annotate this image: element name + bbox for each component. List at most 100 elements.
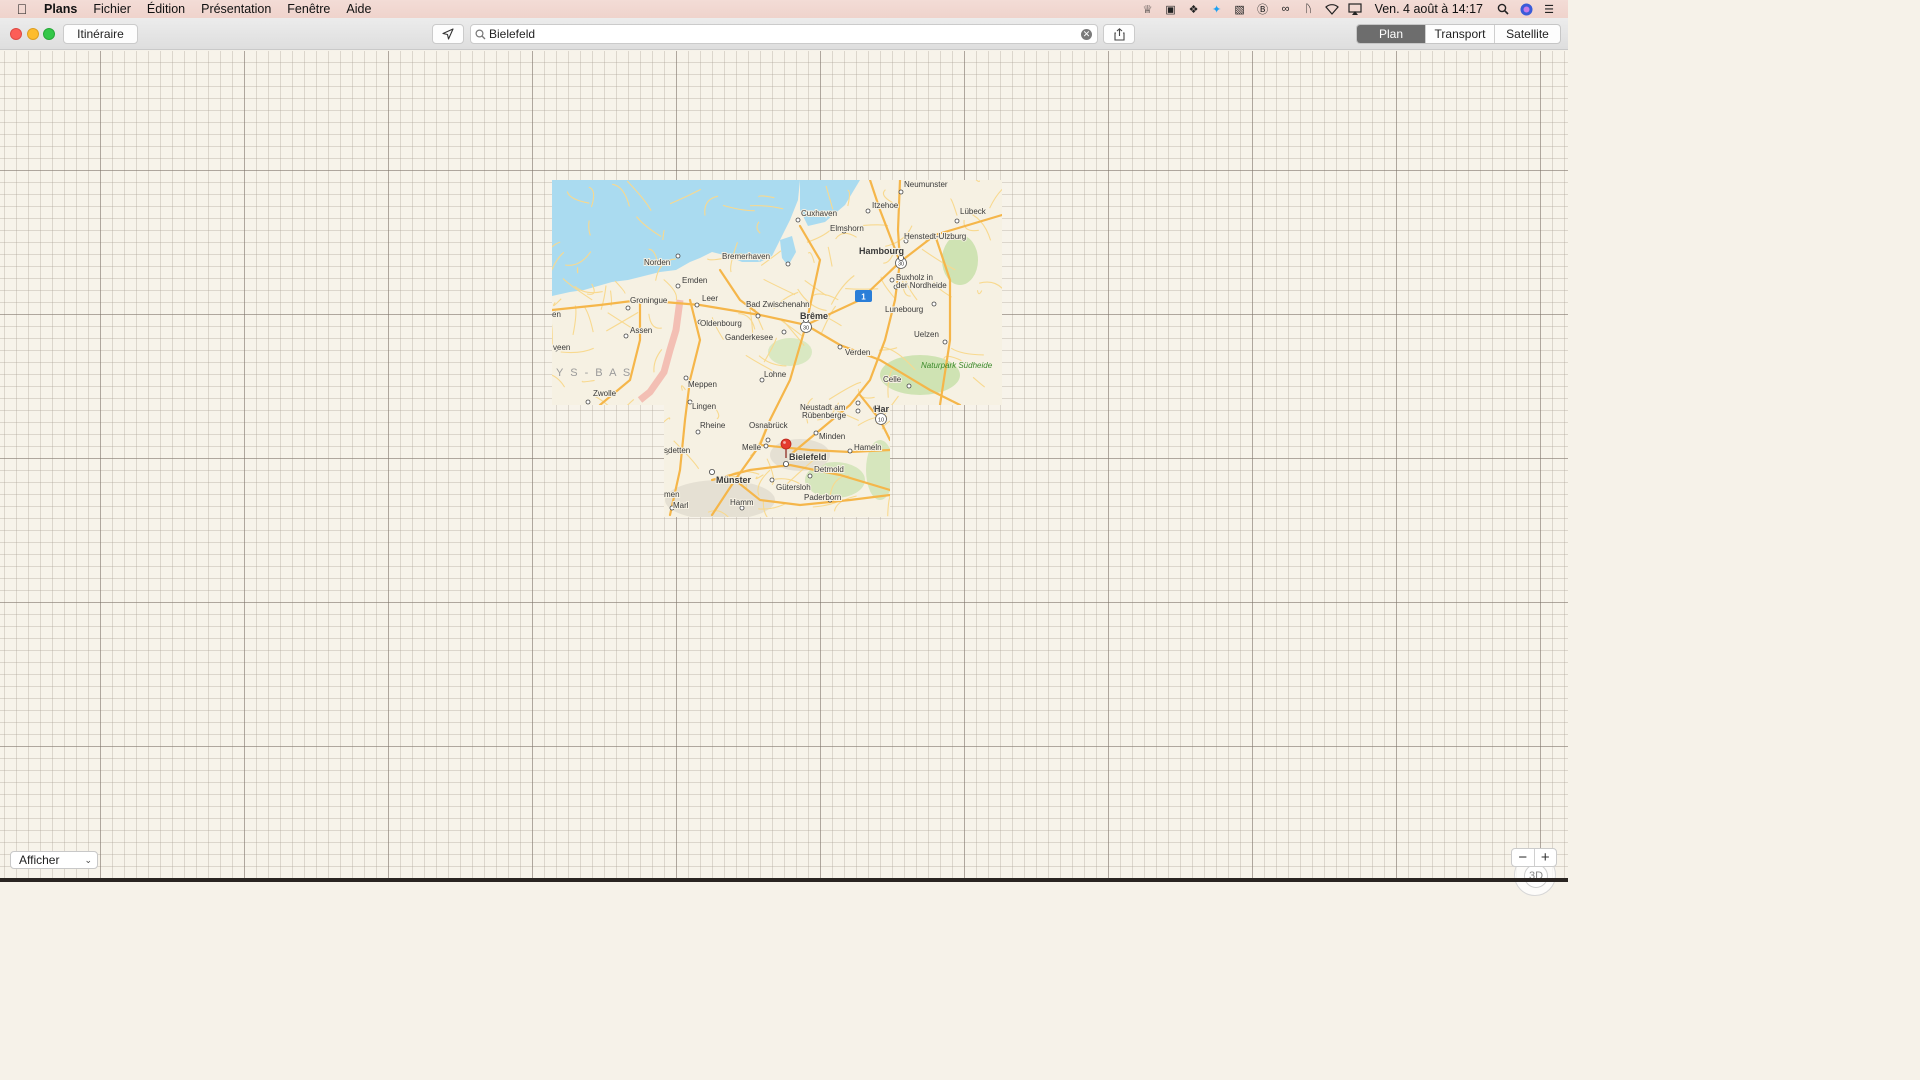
window-bottom-edge (0, 878, 1568, 882)
city-dot (695, 429, 701, 435)
status-area: ♕ ▣ ❖ ✦ ▧ Ⓑ ∞ ᚢ Ven. 4 août à 14:17 ☰ (1141, 2, 1568, 16)
city-dot (694, 302, 700, 308)
city-dot (769, 477, 775, 483)
city-dot (837, 344, 843, 350)
menu-app-plans[interactable]: Plans (44, 2, 85, 16)
road-shield: 30 (800, 321, 812, 333)
city-label: Neumunster (904, 180, 948, 189)
city-dot (765, 437, 771, 443)
city-dot (781, 329, 787, 335)
menu-presentation[interactable]: Présentation (193, 2, 279, 16)
menu-bar:  Plans Fichier Édition Présentation Fen… (0, 0, 1568, 18)
city-dot (813, 430, 819, 436)
city-dot (906, 383, 912, 389)
show-popup-label: Afficher (19, 853, 60, 867)
current-location-button[interactable] (432, 24, 464, 44)
minimize-window-button[interactable] (27, 28, 39, 40)
city-label: Lunebourg (885, 305, 923, 314)
glasses-icon[interactable]: ∞ (1279, 3, 1293, 16)
city-label: Paderborn (804, 493, 841, 502)
city-label: der Nordheide (896, 281, 947, 290)
siri-icon[interactable] (1519, 3, 1533, 16)
city-dot (783, 460, 790, 467)
city-dot (807, 473, 813, 479)
city-dot (942, 339, 948, 345)
share-button[interactable] (1103, 24, 1135, 44)
menu-fenetre[interactable]: Fenêtre (279, 2, 338, 16)
show-popup-button[interactable]: Afficher ⌄ (10, 851, 98, 869)
b-app-icon[interactable]: Ⓑ (1256, 3, 1270, 16)
tab-transport[interactable]: Transport (1425, 25, 1494, 43)
search-icon (471, 28, 489, 40)
road-shield: 1 (855, 290, 872, 302)
airplay-icon[interactable] (1347, 3, 1362, 16)
city-label: Meppen (688, 380, 717, 389)
alfred-icon[interactable]: ♕ (1141, 3, 1155, 16)
city-dot (755, 313, 761, 319)
svg-text:30: 30 (898, 262, 904, 268)
clear-search-icon[interactable]: ✕ (1081, 28, 1092, 40)
location-arrow-icon (442, 28, 454, 40)
istat-icon[interactable]: ▣ (1164, 3, 1178, 16)
fullscreen-window-button[interactable] (43, 28, 55, 40)
bluetooth-icon[interactable]: ᚢ (1302, 3, 1316, 16)
city-dot (795, 217, 801, 223)
city-label: Cuxhaven (801, 209, 837, 218)
search-field[interactable]: Bielefeld ✕ (470, 24, 1098, 44)
city-dot (847, 448, 853, 454)
city-dot (898, 254, 905, 261)
menu-fichier[interactable]: Fichier (85, 2, 139, 16)
city-label: Rheine (700, 421, 726, 430)
tab-satellite[interactable]: Satellite (1494, 25, 1560, 43)
twitter-icon[interactable]: ✦ (1210, 3, 1224, 16)
park-label: Naturpark Südheide (921, 361, 993, 370)
region-label: Y S - B A S (556, 367, 632, 379)
tab-plan[interactable]: Plan (1357, 25, 1425, 43)
svg-text:1: 1 (861, 293, 866, 302)
city-label: Oldenbourg (700, 319, 742, 328)
readkit-icon[interactable]: ▧ (1233, 3, 1247, 16)
city-label: Har (874, 404, 890, 414)
city-label: sdetten (664, 446, 690, 455)
notification-center-icon[interactable]: ☰ (1542, 3, 1556, 16)
apple-menu-icon[interactable]:  (0, 1, 44, 17)
city-label: Gütersloh (776, 483, 811, 492)
city-label: Minden (819, 432, 845, 441)
spotlight-search-icon[interactable] (1496, 3, 1510, 16)
itinerary-button[interactable]: Itinéraire (63, 24, 138, 44)
svg-text:30: 30 (803, 326, 809, 332)
menu-edition[interactable]: Édition (139, 2, 193, 16)
city-dot (785, 261, 791, 267)
menu-clock[interactable]: Ven. 4 août à 14:17 (1375, 2, 1483, 16)
city-label: Bielefeld (789, 452, 827, 462)
zoom-control: − + (1511, 848, 1557, 867)
dropbox-icon[interactable]: ❖ (1187, 3, 1201, 16)
city-label: Lingen (692, 402, 716, 411)
city-label: Elmshorn (830, 224, 864, 233)
menu-aide[interactable]: Aide (338, 2, 379, 16)
city-label: Norden (644, 258, 670, 267)
city-dot (954, 218, 960, 224)
forest-area (942, 235, 978, 285)
city-label: Henstedt-Ulzburg (904, 232, 966, 241)
city-dot (623, 333, 629, 339)
city-dot (585, 399, 591, 405)
wifi-icon[interactable] (1324, 3, 1339, 16)
zoom-in-button[interactable]: + (1535, 849, 1557, 866)
search-input[interactable]: Bielefeld (489, 27, 1081, 41)
city-label: Detmold (814, 465, 844, 474)
city-label: Leer (702, 294, 718, 303)
city-label: en (552, 310, 561, 319)
city-dot (889, 277, 895, 283)
map-tiles[interactable]: 1 30 30 10 Neumunster Itzehoe Cuxhaven Lübe… (0, 51, 1568, 878)
close-window-button[interactable] (10, 28, 22, 40)
city-dot (898, 189, 904, 195)
city-label: Brême (800, 311, 828, 321)
city-label: Lübeck (960, 207, 987, 216)
city-label: Hamm (730, 498, 754, 507)
map-canvas[interactable]: 1 30 30 10 Neumunster Itzehoe Cuxhaven Lübe… (0, 51, 1568, 896)
zoom-out-button[interactable]: − (1512, 849, 1535, 866)
city-label: Rübenberge (802, 411, 847, 420)
city-dot (931, 301, 937, 307)
3d-button[interactable]: 3D (1524, 864, 1548, 888)
